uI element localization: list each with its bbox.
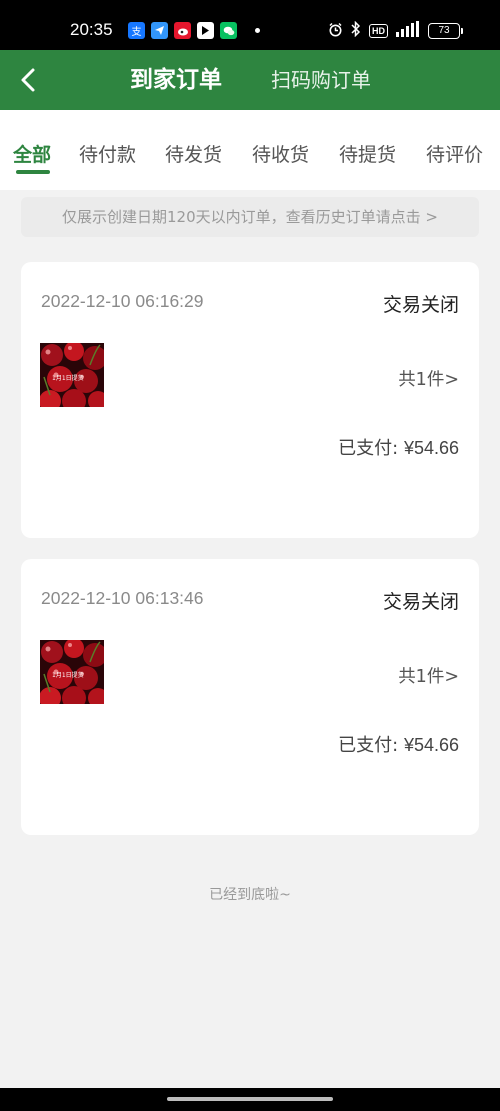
weibo-icon [174, 22, 191, 39]
order-time: 2022-12-10 06:13:46 [41, 588, 204, 608]
filter-tab-pending-receipt[interactable]: 待收货 [252, 140, 309, 167]
paid-row: 已支付: ¥54.66 [338, 434, 459, 460]
paid-label: 已支付: [338, 735, 399, 756]
end-of-list-text: 已经到底啦~ [209, 887, 291, 903]
paid-row: 已支付: ¥54.66 [338, 731, 459, 757]
home-indicator[interactable] [167, 1097, 333, 1101]
order-filter-bar: 全部 待付款 待发货 待收货 待提货 待评价 [0, 110, 500, 190]
notification-icons: 支 [128, 22, 260, 39]
cellular-signal-icon [396, 21, 420, 41]
wechat-icon [220, 22, 237, 39]
thumb-caption: 1月1日提货 [52, 375, 84, 382]
order-card[interactable]: 2022-12-10 06:13:46 交易关闭 1月1日提货 共1件> 已支付… [21, 559, 479, 835]
paid-amount: ¥54.66 [403, 438, 459, 458]
cherries-image[interactable]: 1月1日提货 [40, 640, 104, 704]
vote-icon [197, 22, 214, 39]
header-bar: 到家订单 扫码购订单 [0, 50, 500, 110]
history-orders-notice[interactable]: 仅展示创建日期120天以内订单，查看历史订单请点击 > [21, 197, 479, 237]
filter-tab-pending-shipment[interactable]: 待发货 [165, 140, 222, 167]
dingtalk-icon [151, 22, 168, 39]
paid-label: 已支付: [338, 438, 399, 459]
hd-icon: HD [369, 24, 388, 38]
bluetooth-icon [351, 20, 361, 41]
active-tab-underline [16, 170, 50, 174]
thumb-caption: 1月1日提货 [52, 672, 84, 679]
system-icons: HD 73 [328, 20, 463, 41]
paid-amount: ¥54.66 [403, 735, 459, 755]
alarm-icon [328, 22, 343, 41]
chevron-left-icon [21, 68, 35, 92]
battery-icon: 73 [428, 23, 463, 39]
tab-home-delivery-orders[interactable]: 到家订单 [130, 50, 222, 110]
order-time: 2022-12-10 06:16:29 [41, 291, 204, 311]
filter-tab-pending-pickup[interactable]: 待提货 [339, 140, 396, 167]
filter-tab-all[interactable]: 全部 [13, 140, 51, 167]
order-status: 交易关闭 [382, 294, 459, 316]
filter-tab-pending-payment[interactable]: 待付款 [79, 140, 136, 167]
order-card[interactable]: 2022-12-10 06:16:29 交易关闭 1月1日提货 共1件> 已支付… [21, 262, 479, 538]
tab-scan-purchase-orders[interactable]: 扫码购订单 [271, 50, 371, 110]
filter-tab-pending-review[interactable]: 待评价 [426, 140, 483, 167]
item-count[interactable]: 共1件> [398, 366, 459, 391]
status-time: 20:35 [70, 20, 113, 39]
item-count[interactable]: 共1件> [398, 663, 459, 688]
more-notifications-dot [255, 28, 260, 33]
back-button[interactable] [14, 64, 44, 96]
status-bar: 20:35 支 HD 73 [0, 0, 500, 50]
cherries-image[interactable]: 1月1日提货 [40, 343, 104, 407]
order-status: 交易关闭 [382, 591, 459, 613]
alipay-icon: 支 [128, 22, 145, 39]
